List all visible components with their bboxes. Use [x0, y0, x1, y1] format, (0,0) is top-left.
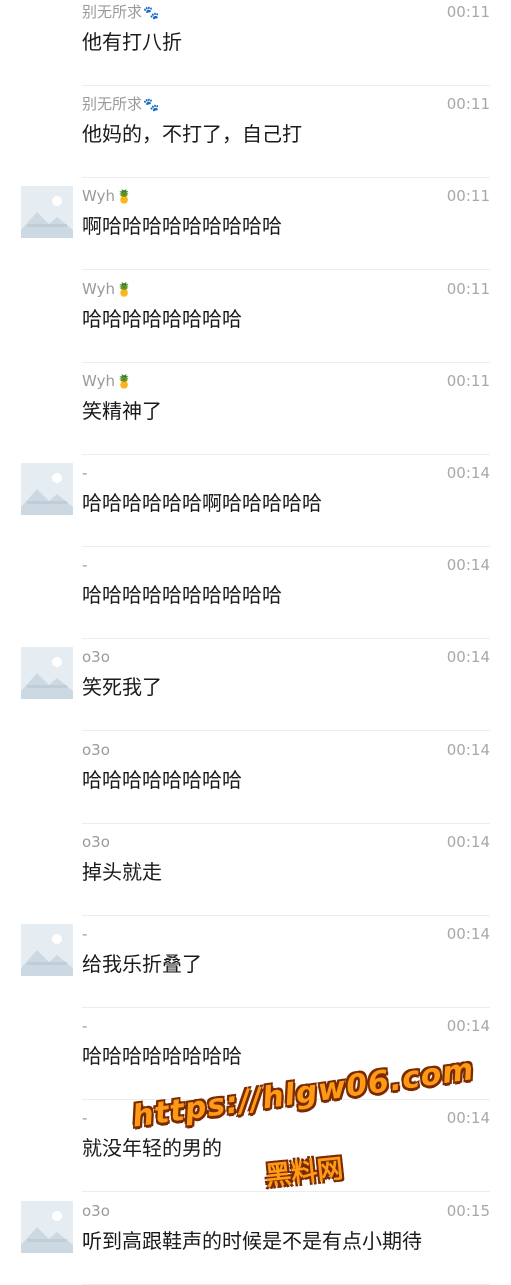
avatar[interactable]: [21, 1200, 73, 1253]
sender-name: -: [82, 1017, 88, 1036]
sender-name: o3o: [82, 832, 110, 851]
message-text: 哈哈哈哈哈哈哈哈: [82, 767, 242, 792]
sender-name: -: [82, 1109, 88, 1128]
avatar[interactable]: [21, 924, 73, 976]
message-text: 听到高跟鞋声的时候是不是有点小期待: [82, 1228, 422, 1253]
message-time: 00:14: [446, 925, 490, 943]
sender-name: 别无所求🐾: [82, 95, 160, 114]
message-text: 哈哈哈哈哈哈哈哈: [82, 306, 242, 331]
message-item[interactable]: o3o 00:14 掉头就走: [0, 824, 511, 916]
message-time: 00:14: [446, 1017, 490, 1036]
message-text: 哈哈哈哈哈哈啊哈哈哈哈哈: [82, 491, 322, 515]
message-time: 00:11: [446, 279, 490, 298]
message-time: 00:15: [446, 1201, 490, 1220]
message-text: 笑精神了: [82, 398, 162, 423]
message-item[interactable]: - 00:14 就没年轻的男的: [0, 1100, 511, 1193]
message-time: 00:11: [446, 3, 490, 21]
message-item[interactable]: 别无所求🐾 00:11 他有打八折: [0, 0, 511, 86]
divider: [82, 1283, 490, 1285]
message-text: 掉头就走: [82, 859, 162, 884]
sender-name: o3o: [82, 648, 110, 667]
avatar[interactable]: [21, 186, 73, 239]
sender-name: Wyh🍍: [82, 279, 133, 298]
message-item[interactable]: 别无所求🐾 00:11 他妈的，不打了，自己打: [0, 86, 511, 179]
message-text: 笑死我了: [82, 675, 162, 700]
message-text: 啊哈哈哈哈哈哈哈哈哈: [82, 214, 282, 239]
message-time: 00:14: [446, 1109, 490, 1128]
message-item[interactable]: o3o 00:14 哈哈哈哈哈哈哈哈: [0, 732, 511, 824]
message-text: 哈哈哈哈哈哈哈哈: [82, 1044, 242, 1069]
message-item[interactable]: - 00:14 哈哈哈哈哈哈啊哈哈哈哈哈: [0, 455, 511, 547]
message-time: 00:14: [446, 556, 490, 575]
paw-icon: 🐾: [143, 6, 160, 21]
message-item[interactable]: Wyh🍍 00:11 哈哈哈哈哈哈哈哈: [0, 271, 511, 363]
message-time: 00:14: [446, 832, 490, 851]
chat-message-list[interactable]: 别无所求🐾 00:11 他有打八折 别无所求🐾 00:11 他妈的，不打了，自己打 Wyh🍍…: [0, 0, 511, 1285]
message-text: 他妈的，不打了，自己打: [82, 122, 302, 147]
message-item[interactable]: - 00:14 给我乐折叠了: [0, 916, 511, 1008]
message-text: 给我乐折叠了: [82, 952, 202, 976]
message-item[interactable]: o3o 00:15 听到高跟鞋声的时候是不是有点小期待: [0, 1193, 511, 1285]
message-text: 哈哈哈哈哈哈哈哈哈哈: [82, 583, 282, 608]
message-item[interactable]: Wyh🍍 00:11 啊哈哈哈哈哈哈哈哈哈: [0, 178, 511, 271]
pineapple-icon: 🍍: [115, 190, 133, 206]
sender-name: -: [82, 464, 88, 482]
message-time: 00:14: [446, 648, 490, 667]
paw-icon: 🐾: [143, 98, 160, 114]
message-text: 他有打八折: [82, 30, 182, 54]
message-time: 00:11: [446, 371, 490, 390]
message-time: 00:14: [446, 740, 490, 759]
message-item[interactable]: o3o 00:14 笑死我了: [0, 639, 511, 732]
avatar[interactable]: [21, 463, 73, 515]
sender-name: Wyh🍍: [82, 187, 133, 206]
message-time: 00:14: [446, 464, 490, 482]
message-item[interactable]: Wyh🍍 00:11 笑精神了: [0, 363, 511, 455]
pineapple-icon: 🍍: [115, 282, 133, 298]
sender-name: o3o: [82, 1201, 110, 1220]
message-text: 就没年轻的男的: [82, 1136, 222, 1161]
pineapple-icon: 🍍: [115, 374, 133, 390]
sender-name: o3o: [82, 740, 110, 759]
message-time: 00:11: [446, 95, 490, 114]
sender-name: -: [82, 556, 88, 575]
message-item[interactable]: - 00:14 哈哈哈哈哈哈哈哈: [0, 1008, 511, 1101]
message-time: 00:11: [446, 187, 490, 206]
sender-name: -: [82, 925, 88, 943]
avatar[interactable]: [21, 647, 73, 700]
sender-name: 别无所求🐾: [82, 3, 160, 21]
sender-name: Wyh🍍: [82, 371, 133, 390]
message-item[interactable]: - 00:14 哈哈哈哈哈哈哈哈哈哈: [0, 547, 511, 640]
